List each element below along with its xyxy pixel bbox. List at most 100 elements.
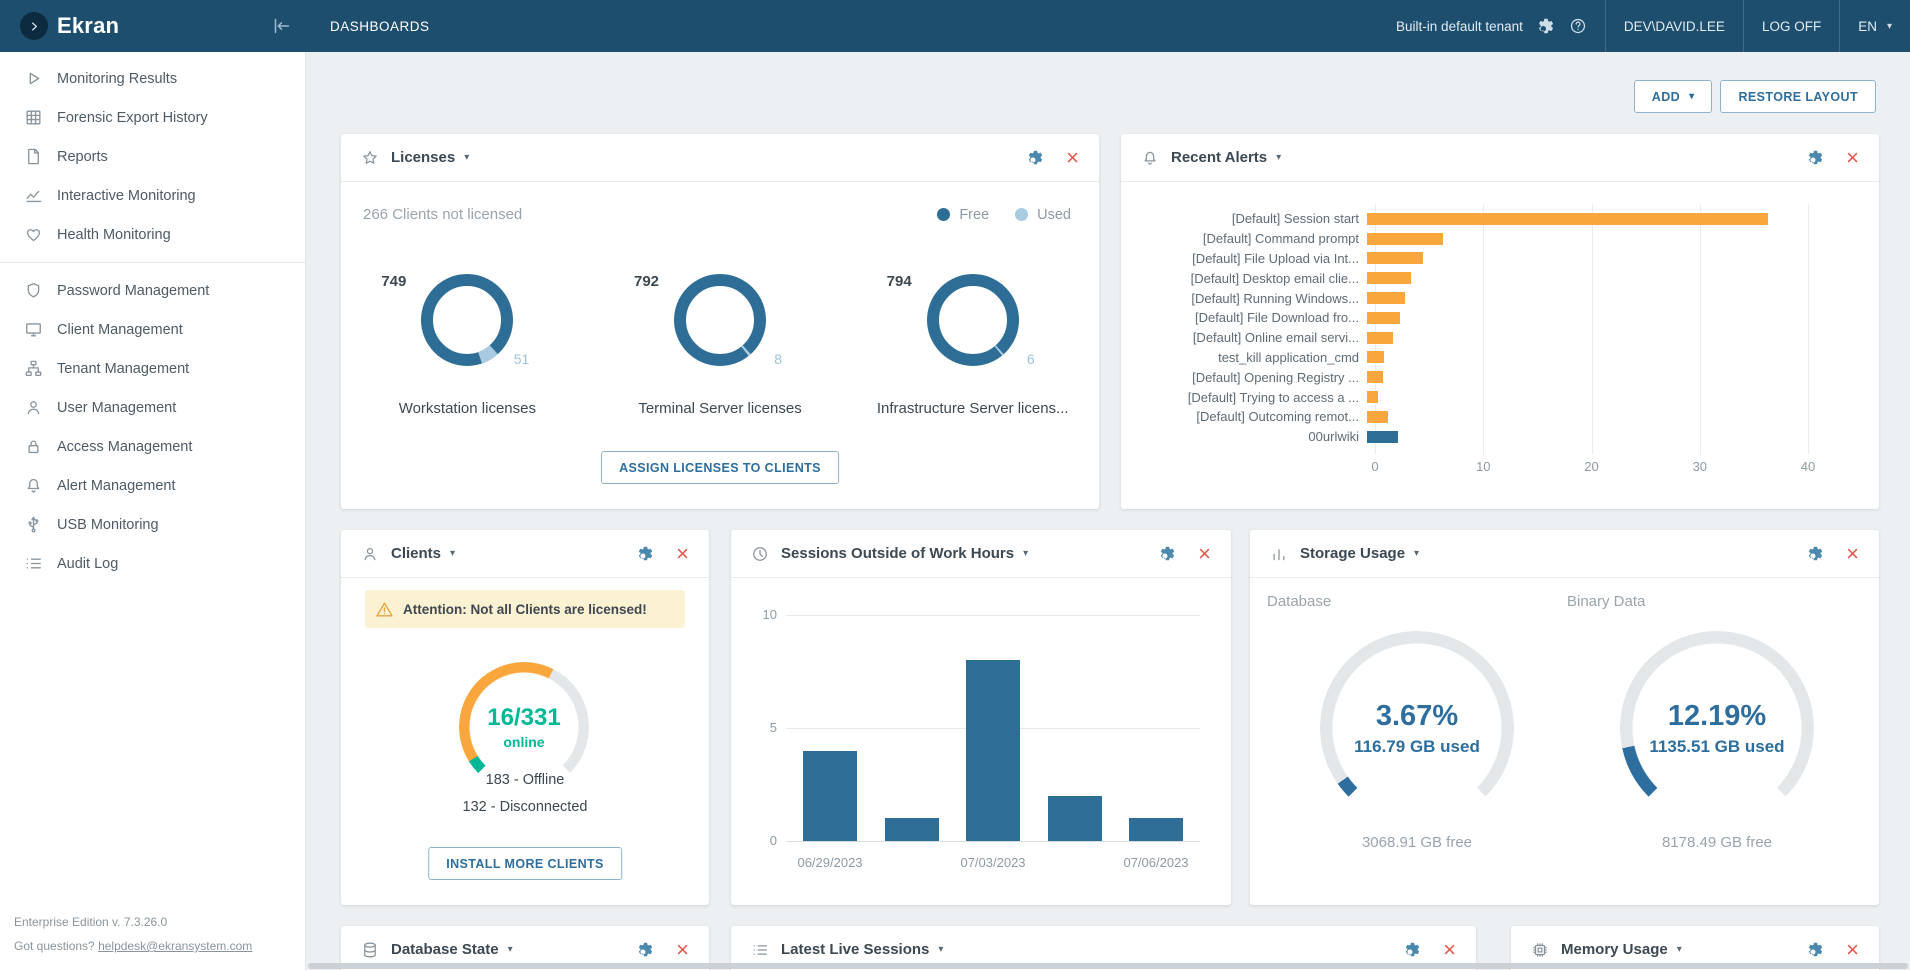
used-count: 8 [774,351,782,367]
alert-rule-label: 00urlwiki [1145,429,1367,444]
sidebar-item-monitoring-results[interactable]: Monitoring Results [0,59,305,98]
x-tick-label: 30 [1693,459,1707,474]
alert-rule-label: [Default] Online email servi... [1145,330,1367,345]
chevron-down-icon[interactable]: ▾ [508,944,513,955]
widget-clients: Clients ▾ × Attention: Not all Clients a… [341,530,709,905]
sidebar-play-icon [24,69,43,88]
widget-close-icon[interactable]: × [1846,940,1859,960]
log-off-button[interactable]: LOG OFF [1762,19,1821,34]
person-icon [361,545,379,563]
widget-licenses: Licenses ▾ × 266 Clients not licensed Fr… [341,134,1099,509]
tenant-settings-icon[interactable] [1537,17,1555,35]
alert-row: [Default] File Upload via Int... [1145,249,1851,269]
clients-online-label: online [503,734,544,750]
widget-title: Recent Alerts [1171,149,1267,166]
helpdesk-link[interactable]: helpdesk@ekransystem.com [98,939,252,953]
restore-layout-button[interactable]: RESTORE LAYOUT [1720,80,1876,113]
chevron-down-icon[interactable]: ▾ [1677,944,1682,955]
chevron-down-icon[interactable]: ▾ [464,152,469,163]
sidebar-collapse-button[interactable] [270,15,292,37]
widget-settings-icon[interactable] [637,545,654,562]
assign-licenses-button[interactable]: ASSIGN LICENSES TO CLIENTS [601,451,839,484]
sidebar-item-health-monitoring[interactable]: Health Monitoring [0,215,305,254]
widget-close-icon[interactable]: × [1066,148,1079,168]
sidebar-item-audit-log[interactable]: Audit Log [0,544,305,583]
chevron-down-icon[interactable]: ▾ [938,944,943,955]
sidebar-monitor-icon [24,320,43,339]
alert-rule-label: [Default] Opening Registry ... [1145,370,1367,385]
sidebar-item-forensic-export-history[interactable]: Forensic Export History [0,98,305,137]
storage-gauge-database: Database3.67%116.79 GB used3068.91 GB fr… [1267,593,1567,851]
sidebar-item-access-management[interactable]: Access Management [0,427,305,466]
sidebar-footer: Enterprise Edition v. 7.3.26.0 Got quest… [14,910,252,958]
alert-row: [Default] Session start [1145,209,1851,229]
sidebar-item-label: Password Management [57,283,209,299]
widget-close-icon[interactable]: × [1198,544,1211,564]
storage-used-percent: 3.67% [1376,700,1458,733]
legend-used-dot [1015,208,1028,221]
nav-dashboards[interactable]: DASHBOARDS [330,19,430,34]
recent-alerts-chart: [Default] Session start [Default] Command… [1145,209,1851,479]
sidebar-usb-icon [24,515,43,534]
alert-row: [Default] Running Windows... [1145,288,1851,308]
alert-bar [1367,252,1423,264]
logoff-cell[interactable]: LOG OFF [1744,0,1839,52]
install-clients-button[interactable]: INSTALL MORE CLIENTS [428,847,622,880]
language-cell[interactable]: EN ▾ [1840,0,1910,52]
storage-gauge-center: 3.67%116.79 GB used [1320,631,1514,825]
widget-close-icon[interactable]: × [676,940,689,960]
chevron-down-icon[interactable]: ▾ [450,548,455,559]
widget-settings-icon[interactable] [1404,941,1421,958]
chevron-down-icon[interactable]: ▾ [1414,548,1419,559]
x-tick-label: 0 [1371,459,1378,474]
license-item: 74951Workstation licenses [341,274,594,417]
storage-gauge: 3.67%116.79 GB used [1320,631,1514,825]
widget-settings-icon[interactable] [637,941,654,958]
storage-used-percent: 12.19% [1668,700,1766,733]
x-tick-label: 07/03/2023 [960,855,1025,870]
memory-chip-icon [1531,941,1549,959]
widget-settings-icon[interactable] [1807,941,1824,958]
sidebar-item-usb-monitoring[interactable]: USB Monitoring [0,505,305,544]
widget-title: Storage Usage [1300,545,1405,562]
widget-settings-icon[interactable] [1027,149,1044,166]
widget-close-icon[interactable]: × [676,544,689,564]
sidebar-item-user-management[interactable]: User Management [0,388,305,427]
widget-close-icon[interactable]: × [1443,940,1456,960]
sidebar-item-client-management[interactable]: Client Management [0,310,305,349]
add-widget-button[interactable]: ADD▾ [1634,80,1713,113]
help-icon[interactable] [1569,17,1587,35]
recent-alerts-body: [Default] Session start [Default] Command… [1121,182,1879,509]
sidebar-item-label: Reports [57,149,108,165]
sidebar-item-alert-management[interactable]: Alert Management [0,466,305,505]
alert-rule-label: [Default] Command prompt [1145,231,1367,246]
sidebar-document-icon [24,147,43,166]
horizontal-scrollbar[interactable] [308,963,1908,969]
sidebar-item-reports[interactable]: Reports [0,137,305,176]
chevron-down-icon[interactable]: ▾ [1023,548,1028,559]
license-type-label: Workstation licenses [399,400,536,417]
sidebar-item-password-management[interactable]: Password Management [0,271,305,310]
storage-gauge-center: 12.19%1135.51 GB used [1620,631,1814,825]
session-bar [1129,818,1183,841]
sidebar-item-tenant-management[interactable]: Tenant Management [0,349,305,388]
alert-bar-track [1367,371,1803,383]
alert-bar [1367,312,1400,324]
alert-bar [1367,272,1411,284]
alert-bar-track [1367,391,1803,403]
session-bar [885,818,939,841]
user-cell[interactable]: DEV\DAVID.LEE [1606,0,1743,52]
session-bar [1048,796,1102,841]
widget-close-icon[interactable]: × [1846,544,1859,564]
chevron-down-icon[interactable]: ▾ [1276,152,1281,163]
sidebar-item-label: Alert Management [57,478,175,494]
storage-gauge-binary-data: Binary Data12.19%1135.51 GB used8178.49 … [1567,593,1867,851]
sidebar-item-interactive-monitoring[interactable]: Interactive Monitoring [0,176,305,215]
widget-settings-icon[interactable] [1807,545,1824,562]
language-selector[interactable]: EN [1858,19,1877,34]
alert-bar-track [1367,213,1803,225]
logo-area: Ekran [0,0,306,52]
widget-settings-icon[interactable] [1807,149,1824,166]
widget-close-icon[interactable]: × [1846,148,1859,168]
widget-settings-icon[interactable] [1159,545,1176,562]
